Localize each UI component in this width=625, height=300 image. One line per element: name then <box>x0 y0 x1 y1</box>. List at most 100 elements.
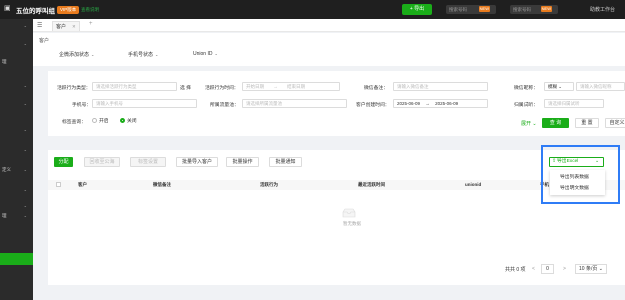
tag-setting-button[interactable]: 标签设置 <box>130 157 166 167</box>
new-badge: NEW <box>478 6 490 12</box>
chevron-down-icon: ⌄ <box>23 147 27 152</box>
radio-icon <box>92 118 97 124</box>
export-list-item[interactable]: 导出列表数据 <box>560 173 589 180</box>
label-tag-query: 标签查询： <box>62 120 86 125</box>
export-plain-item[interactable]: 导出明文数据 <box>560 184 589 191</box>
sidebar-item[interactable]: ⌄ <box>2 99 30 109</box>
sidebar-item[interactable]: ⌄ <box>2 39 30 49</box>
nickname-match-select[interactable]: 模糊 ⌄ <box>544 82 574 91</box>
add-tab-icon[interactable]: + <box>89 21 93 27</box>
radio-tag-on[interactable]: 开启 <box>92 117 109 124</box>
page-header: 客户 企微添加状态 ⌄ 手机号状态 ⌄ Union ID ⌄ <box>33 33 625 66</box>
chevron-down-icon: ⌄ <box>23 203 27 208</box>
expand-link[interactable]: 展开 ⌄ <box>521 120 537 127</box>
tab-strip: ☰ 客户 ✕ + <box>33 19 625 32</box>
sidebar-item[interactable]: ⌄ <box>2 21 30 31</box>
batch-operation-button[interactable]: 批量操作 <box>226 157 259 167</box>
app-title: 五位的呼叫组 <box>16 8 55 15</box>
sidebar-item[interactable]: ⌄ <box>2 185 30 195</box>
workbench-link[interactable]: 助教工作台 <box>590 6 615 13</box>
filter-label: 企微添加状态 <box>59 52 90 58</box>
th-unionid: unionid <box>465 182 482 187</box>
menu-icon[interactable]: ▣ <box>4 4 11 12</box>
label-trial: 归属试听： <box>514 103 538 108</box>
filter-union-id[interactable]: Union ID ⌄ <box>193 51 218 57</box>
filter-label: 手机号状态 <box>128 52 154 58</box>
chevron-down-icon: ⌄ <box>91 52 95 57</box>
radio-selected-icon <box>120 118 125 124</box>
page-number-box[interactable]: 0 <box>541 264 554 274</box>
activity-type-input[interactable]: 请选择活跃行为类型 <box>92 82 177 91</box>
chevron-down-icon: ⌄ <box>23 101 27 106</box>
filter-wechat-status[interactable]: 企微添加状态 ⌄ <box>59 51 94 58</box>
query-button[interactable]: 查 询 <box>542 118 569 128</box>
radio-tag-off[interactable]: 关闭 <box>120 117 137 124</box>
activity-time-range[interactable]: 开始日期 → 结束日期 <box>242 82 340 91</box>
empty-box-icon <box>342 208 356 218</box>
label-activity-time: 活跃行为时间： <box>205 86 239 91</box>
table-header: 客户 微信备注 活跃行为 最近活跃时间 unionid 手机 <box>48 180 625 190</box>
batch-import-button[interactable]: 批量导入客户 <box>176 157 218 167</box>
sidebar-item[interactable]: ⌄ <box>2 125 30 135</box>
chevron-down-icon: ⌄ <box>23 213 27 218</box>
sidebar-item[interactable]: ⌄ <box>2 81 30 91</box>
export-excel-button[interactable]: ⇪ 导出Excel ⌄ <box>549 157 604 167</box>
chevron-down-icon: ⌄ <box>23 83 27 88</box>
arrow-icon: → <box>273 84 278 89</box>
top-search-placeholder: 搜索号码 <box>449 7 467 12</box>
export-menu: 导出列表数据 导出明文数据 <box>550 170 605 195</box>
page-size-label: 10 条/页 <box>579 266 598 272</box>
sidebar-item[interactable]: ⌄ <box>2 201 30 211</box>
chevron-down-icon: ⌄ <box>23 187 27 192</box>
chevron-down-icon: ⌄ <box>23 23 27 28</box>
sidebar-item[interactable]: 定义 ⌄ <box>2 165 30 175</box>
page-size-select[interactable]: 10 条/页 ⌄ <box>575 264 607 274</box>
filter-label: Union ID <box>193 51 213 57</box>
next-page-icon[interactable]: > <box>563 266 566 272</box>
chevron-down-icon: ⌄ <box>23 41 27 46</box>
select-button[interactable]: 选 择 <box>180 84 191 91</box>
recycle-button[interactable]: 回收至公海 <box>84 157 120 167</box>
filter-phone-status[interactable]: 手机号状态 ⌄ <box>128 51 158 58</box>
expand-label: 展开 <box>521 121 532 127</box>
sidebar-item-active[interactable] <box>0 253 33 265</box>
top-action-button[interactable]: + 导出 <box>402 4 432 15</box>
chevron-down-icon: ⌄ <box>532 121 537 127</box>
phone-input[interactable]: 请输入手机号 <box>92 99 197 108</box>
trial-input[interactable]: 请选择归属试听 <box>544 99 604 108</box>
label-activity-type: 活跃行为类型： <box>57 86 91 91</box>
sidebar-item[interactable]: 理 <box>2 57 30 67</box>
reset-button[interactable]: 重 置 <box>575 118 599 128</box>
sidebar-item[interactable]: ⌄ <box>2 145 30 155</box>
close-icon[interactable]: ✕ <box>72 24 76 29</box>
wechat-nickname-input[interactable]: 请输入微信昵称 <box>576 82 625 91</box>
top-bar: ▣ 五位的呼叫组 VIP版本 查看说明 + 导出 搜索号码 NEW 搜索号码 N… <box>0 0 625 19</box>
breadcrumb: 客户 <box>39 38 50 44</box>
wechat-remark-input[interactable]: 请输入微信备注 <box>393 82 488 91</box>
hamburger-icon[interactable]: ☰ <box>37 22 42 29</box>
top-search-input[interactable]: 搜索号码 NEW <box>446 5 496 14</box>
sidebar-item[interactable]: 理 ⌄ <box>2 211 30 221</box>
custom-button[interactable]: 自定义 <box>605 118 625 128</box>
label-traffic-pool: 所属流量池： <box>210 103 239 108</box>
batch-notify-button[interactable]: 批量通知 <box>269 157 302 167</box>
export-label: 导出Excel <box>557 159 579 164</box>
top-search-input-2[interactable]: 搜索号码 NEW <box>510 5 558 14</box>
chevron-down-icon: ⌄ <box>558 84 563 89</box>
help-link[interactable]: 查看说明 <box>78 6 102 14</box>
tab-customer[interactable]: 客户 ✕ <box>52 21 80 31</box>
chevron-down-icon: ⌄ <box>155 52 159 57</box>
date-start: 开始日期 <box>246 84 264 89</box>
radio-label: 开启 <box>99 119 109 124</box>
prev-page-icon[interactable]: < <box>532 266 535 272</box>
tab-label: 客户 <box>56 24 67 30</box>
select-all-checkbox[interactable] <box>56 182 61 187</box>
th-customer: 客户 <box>78 182 87 187</box>
chevron-down-icon: ⌄ <box>214 51 218 56</box>
assign-button[interactable]: 分配 <box>54 157 73 167</box>
traffic-pool-input[interactable]: 请选择所属流量池 <box>242 99 347 108</box>
created-time-range[interactable]: 2025-06-09 → 2025-06-09 <box>393 99 488 108</box>
sidebar-item-label: 定义 <box>2 167 11 172</box>
chevron-down-icon: ⌄ <box>23 127 27 132</box>
version-badge: VIP版本 <box>57 6 80 14</box>
